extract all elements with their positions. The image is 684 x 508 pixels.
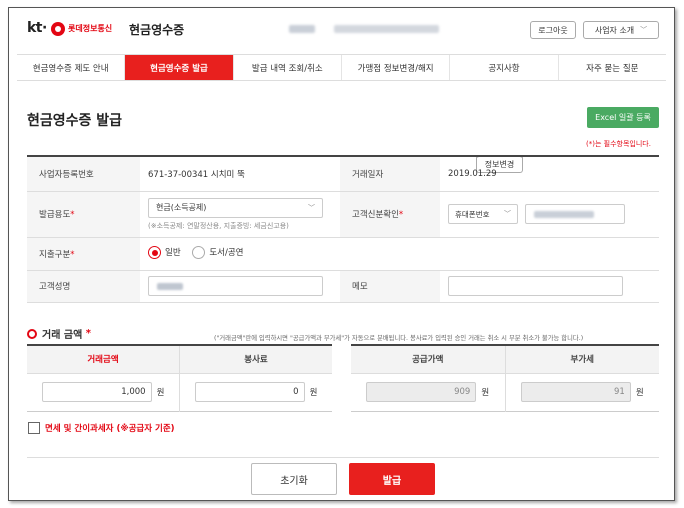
kt-logo[interactable]: kt· (27, 20, 47, 36)
tab-history[interactable]: 발급 내역 조회/취소 (234, 55, 342, 80)
main-nav: 현금영수증 제도 안내 현금영수증 발급 발급 내역 조회/취소 가맹점 정보변… (17, 54, 666, 81)
memo-label: 메모 (340, 270, 440, 303)
vat-header: 부가세 (505, 345, 659, 374)
amount-result-table: 공급가액 부가세 909 원 91 원 (351, 344, 659, 412)
header: kt· 롯데정보통신 현금영수증 정보변경 로그아웃 사업자 소개 ﹀ (9, 8, 674, 173)
customer-id-label: 고객신분확인* (340, 191, 440, 238)
business-intro-label: 사업자 소개 (594, 25, 635, 35)
divider (27, 457, 659, 458)
supply-amount-field: 909 (366, 382, 477, 402)
reset-button[interactable]: 초기화 (251, 463, 337, 495)
expense-general-label: 일반 (165, 248, 181, 258)
purpose-cell: 현금(소득공제) ﹀ (※소득공제: 연말정산용, 지출증빙: 세금신고용) (140, 191, 340, 238)
excel-bulk-upload-button[interactable]: Excel 일괄 등록 (587, 107, 659, 128)
expense-general-radio[interactable]: 일반 (148, 245, 181, 259)
amount-note: ("거래금액"란에 입력하시면 "공급가액과 부가세"가 자동으로 분배됩니다.… (214, 335, 584, 342)
page-title: 현금영수증 발급 (27, 113, 123, 129)
amount-input-table: 거래금액 봉사료 1,000 원 0원 (27, 344, 332, 412)
tab-notice[interactable]: 공지사항 (450, 55, 559, 80)
app-window: kt· 롯데정보통신 현금영수증 정보변경 로그아웃 사업자 소개 ﹀ 현금영수… (8, 7, 675, 501)
customer-id-input[interactable] (524, 204, 625, 224)
circle-bullet-icon (27, 328, 37, 339)
vat-unit: 원 (635, 388, 644, 398)
purpose-select[interactable]: 현금(소득공제) ﹀ (148, 197, 323, 218)
tab-faq[interactable]: 자주 묻는 질문 (559, 55, 666, 80)
lotte-logo-icon (51, 22, 65, 36)
trade-amount-input[interactable]: 1,000 (41, 382, 152, 402)
logout-button[interactable]: 로그아웃 (530, 21, 576, 39)
biz-no-label: 사업자등록번호 (27, 156, 140, 192)
issue-button[interactable]: 발급 (349, 463, 435, 495)
chevron-down-icon: ﹀ (504, 210, 511, 218)
redacted-user-name (289, 25, 315, 33)
customer-name-cell (140, 270, 340, 303)
purpose-label: 발급용도* (27, 191, 140, 238)
tab-merchant-info[interactable]: 가맹점 정보변경/해지 (342, 55, 451, 80)
service-fee-header: 봉사료 (179, 345, 332, 374)
trade-date-label: 거래일자 (340, 156, 440, 192)
service-fee-cell: 0원 (180, 373, 333, 411)
memo-input[interactable] (448, 276, 623, 296)
tax-exempt-checkbox[interactable]: 면세 및 간이과세자 (※공급자 기준) (28, 422, 175, 434)
tax-exempt-label: 면세 및 간이과세자 (※공급자 기준) (45, 424, 175, 434)
tab-receipt-guide[interactable]: 현금영수증 제도 안내 (17, 55, 126, 80)
required-note: (*)는 필수항목입니다. (586, 140, 651, 148)
customer-id-cell: 휴대폰번호 ﹀ (440, 191, 659, 238)
trade-amount-header: 거래금액 (27, 345, 180, 374)
customer-name-input[interactable] (148, 276, 323, 296)
expense-cell: 일반 도서/공연 (140, 237, 659, 271)
tab-receipt-issue[interactable]: 현금영수증 발급 (125, 55, 234, 80)
purpose-hint: (※소득공제: 연말정산용, 지출증빙: 세금신고용) (148, 221, 289, 230)
logo-subtitle: 롯데정보통신 (68, 24, 113, 33)
biz-no-value: 671-37-00341 시치미 뚝 (140, 156, 340, 192)
purpose-select-value: 현금(소득공제) (156, 203, 207, 212)
customer-name-label: 고객성명 (27, 270, 140, 303)
expense-label: 지출구분* (27, 237, 140, 271)
trade-date-value: 2019.01.29 (440, 156, 659, 192)
chevron-down-icon: ﹀ (640, 26, 648, 34)
trade-amount-unit: 원 (156, 388, 165, 398)
redacted-name (157, 283, 183, 290)
supply-amount-unit: 원 (481, 388, 490, 398)
service-fee-unit: 원 (309, 388, 318, 398)
checkbox-icon (28, 422, 40, 434)
memo-cell (440, 270, 659, 303)
chevron-down-icon: ﹀ (308, 203, 315, 212)
business-intro-dropdown[interactable]: 사업자 소개 ﹀ (583, 21, 659, 39)
service-fee-input[interactable]: 0 (194, 382, 305, 402)
supply-amount-header: 공급가액 (351, 345, 506, 374)
amount-section-title: 거래 금액 * (27, 326, 91, 341)
supply-amount-cell: 909 원 (351, 373, 506, 411)
service-title: 현금영수증 (129, 23, 185, 37)
expense-culture-radio[interactable]: 도서/공연 (192, 245, 244, 259)
vat-field: 91 (520, 382, 631, 402)
vat-cell: 91 원 (505, 373, 659, 411)
radio-selected-icon (148, 245, 161, 259)
receipt-info-table: 사업자등록번호 671-37-00341 시치미 뚝 거래일자 2019.01.… (27, 155, 659, 303)
radio-empty-icon (192, 245, 206, 259)
expense-culture-label: 도서/공연 (209, 248, 244, 258)
redacted-user-info (334, 25, 439, 33)
customer-id-type-value: 휴대폰번호 (455, 209, 490, 219)
trade-amount-cell: 1,000 원 (27, 373, 180, 411)
customer-id-type-select[interactable]: 휴대폰번호 ﹀ (448, 204, 518, 224)
